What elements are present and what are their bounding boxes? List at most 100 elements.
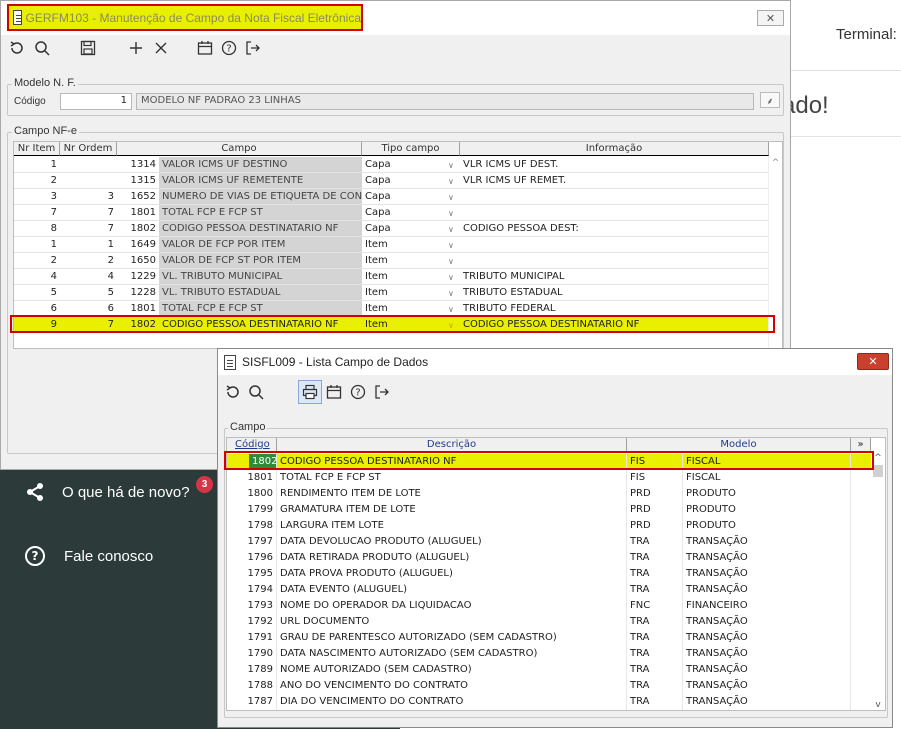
cell-sigla[interactable]: TRA: [627, 630, 683, 646]
cell-modelo[interactable]: TRANSAÇÃO: [683, 566, 851, 582]
cell-tipo[interactable]: Capa: [362, 205, 460, 221]
cell-ordem[interactable]: 3: [60, 189, 117, 205]
cell-info[interactable]: [460, 205, 769, 221]
cell-sigla[interactable]: TRA: [627, 678, 683, 694]
cell-item[interactable]: 2: [14, 253, 60, 269]
list-item[interactable]: 1797 DATA DEVOLUCAO PRODUTO (ALUGUEL) TRA T…: [227, 534, 871, 550]
cell-tipo[interactable]: Capa: [362, 173, 460, 189]
search-icon[interactable]: [27, 36, 57, 60]
cell-code[interactable]: 1314: [117, 157, 159, 173]
whats-new-link[interactable]: O que há de novo?: [24, 481, 190, 503]
cell-modelo[interactable]: TRANSAÇÃO: [683, 534, 851, 550]
chevron-down-icon[interactable]: ∨: [448, 161, 454, 170]
cell-descricao[interactable]: NOME DO OPERADOR DA LIQUIDACAO: [277, 598, 627, 614]
cell-modelo[interactable]: TRANSAÇÃO: [683, 678, 851, 694]
cell-tipo[interactable]: Capa: [362, 221, 460, 237]
cell-info[interactable]: [460, 189, 769, 205]
cell-sigla[interactable]: TRA: [627, 550, 683, 566]
cell-campo[interactable]: TOTAL FCP E FCP ST: [159, 205, 362, 221]
cell-codigo[interactable]: 1793: [227, 598, 277, 614]
cell-sigla[interactable]: PRD: [627, 486, 683, 502]
cell-code[interactable]: 1649: [117, 237, 159, 253]
cell-campo[interactable]: VL. TRIBUTO ESTADUAL: [159, 285, 362, 301]
cell-sigla[interactable]: TRA: [627, 582, 683, 598]
chevron-down-icon[interactable]: ∨: [448, 241, 454, 250]
list-item[interactable]: 1798 LARGURA ITEM LOTE PRD PRODUTO: [227, 518, 871, 534]
cell-codigo[interactable]: 1787: [227, 694, 277, 710]
table-row[interactable]: 8 7 1802 CODIGO PESSOA DESTINATARIO NF Capa ∨…: [14, 221, 769, 237]
cell-modelo[interactable]: TRANSAÇÃO: [683, 550, 851, 566]
table-row[interactable]: 4 4 1229 VL. TRIBUTO MUNICIPAL Item ∨ TRIBUTO …: [14, 269, 769, 285]
cell-codigo[interactable]: 1796: [227, 550, 277, 566]
close-button[interactable]: ✕: [857, 353, 889, 370]
cell-descricao[interactable]: NOME AUTORIZADO (SEM CADASTRO): [277, 662, 627, 678]
cell-descricao[interactable]: ANO DO VENCIMENTO DO CONTRATO: [277, 678, 627, 694]
table-row[interactable]: 1 1 1649 VALOR DE FCP POR ITEM Item ∨: [14, 237, 769, 253]
cell-codigo[interactable]: 1790: [227, 646, 277, 662]
table-row[interactable]: 7 7 1801 TOTAL FCP E FCP ST Capa ∨: [14, 205, 769, 221]
cell-descricao[interactable]: DIA DO VENCIMENTO DO CONTRATO: [277, 694, 627, 710]
cell-ordem[interactable]: [60, 173, 117, 189]
cell-modelo[interactable]: TRANSAÇÃO: [683, 662, 851, 678]
cell-modelo[interactable]: TRANSAÇÃO: [683, 582, 851, 598]
cell-tipo[interactable]: Item: [362, 285, 460, 301]
cell-modelo[interactable]: PRODUTO: [683, 486, 851, 502]
cell-info[interactable]: VLR ICMS UF DEST.: [460, 157, 769, 173]
col-nr-ordem[interactable]: Nr Ordem: [60, 142, 117, 156]
cell-info[interactable]: TRIBUTO ESTADUAL: [460, 285, 769, 301]
cell-sigla[interactable]: TRA: [627, 534, 683, 550]
contact-link[interactable]: ? Fale conosco: [24, 545, 153, 567]
list-scrollbar[interactable]: ^ v: [871, 453, 885, 710]
chevron-down-icon[interactable]: ∨: [448, 289, 454, 298]
cell-descricao[interactable]: LARGURA ITEM LOTE: [277, 518, 627, 534]
cell-code[interactable]: 1229: [117, 269, 159, 285]
cell-sigla[interactable]: PRD: [627, 518, 683, 534]
cell-campo[interactable]: VALOR ICMS UF REMETENTE: [159, 173, 362, 189]
help-icon[interactable]: ?: [346, 380, 370, 404]
cell-sigla[interactable]: TRA: [627, 662, 683, 678]
cell-modelo[interactable]: TRANSAÇÃO: [683, 646, 851, 662]
cell-codigo[interactable]: 1800: [227, 486, 277, 502]
cell-campo[interactable]: VALOR ICMS UF DESTINO: [159, 157, 362, 173]
col-campo[interactable]: Campo: [117, 142, 362, 156]
save-icon[interactable]: [67, 36, 109, 60]
chevron-down-icon[interactable]: ∨: [448, 193, 454, 202]
cell-modelo[interactable]: TRANSAÇÃO: [683, 614, 851, 630]
cell-item[interactable]: 8: [14, 221, 60, 237]
cell-campo[interactable]: VALOR DE FCP POR ITEM: [159, 237, 362, 253]
cell-item[interactable]: 7: [14, 205, 60, 221]
list-item[interactable]: 1789 NOME AUTORIZADO (SEM CADASTRO) TRA TRA…: [227, 662, 871, 678]
cell-campo[interactable]: VL. TRIBUTO MUNICIPAL: [159, 269, 362, 285]
cell-codigo[interactable]: 1795: [227, 566, 277, 582]
cell-descricao[interactable]: RENDIMENTO ITEM DE LOTE: [277, 486, 627, 502]
calendar-icon[interactable]: [193, 36, 217, 60]
cell-descricao[interactable]: DATA PROVA PRODUTO (ALUGUEL): [277, 566, 627, 582]
cell-info[interactable]: [460, 253, 769, 269]
cell-ordem[interactable]: 4: [60, 269, 117, 285]
cell-code[interactable]: 1650: [117, 253, 159, 269]
chevron-down-icon[interactable]: ∨: [448, 225, 454, 234]
cell-descricao[interactable]: GRAU DE PARENTESCO AUTORIZADO (SEM CADAS…: [277, 630, 627, 646]
table-row[interactable]: 5 5 1228 VL. TRIBUTO ESTADUAL Item ∨ TRIBUTO E…: [14, 285, 769, 301]
scroll-down-icon[interactable]: v: [871, 700, 885, 710]
lookup-button[interactable]: ⸙: [760, 92, 780, 108]
list-item[interactable]: 1795 DATA PROVA PRODUTO (ALUGUEL) TRA TRANS…: [227, 566, 871, 582]
cell-descricao[interactable]: DATA DEVOLUCAO PRODUTO (ALUGUEL): [277, 534, 627, 550]
cell-item[interactable]: 3: [14, 189, 60, 205]
cell-tipo[interactable]: Item: [362, 237, 460, 253]
add-icon[interactable]: [121, 36, 151, 60]
table-row[interactable]: 1 1314 VALOR ICMS UF DESTINO Capa ∨ VLR ICMS …: [14, 157, 769, 173]
cell-modelo[interactable]: TRANSAÇÃO: [683, 630, 851, 646]
cell-descricao[interactable]: DATA EVENTO (ALUGUEL): [277, 582, 627, 598]
calendar-icon[interactable]: [322, 380, 346, 404]
refresh-icon[interactable]: [222, 380, 244, 404]
list-item[interactable]: 1788 ANO DO VENCIMENTO DO CONTRATO TRA TRAN…: [227, 678, 871, 694]
cell-sigla[interactable]: TRA: [627, 614, 683, 630]
cell-codigo[interactable]: 1788: [227, 678, 277, 694]
cell-modelo[interactable]: PRODUTO: [683, 502, 851, 518]
cell-code[interactable]: 1228: [117, 285, 159, 301]
cell-descricao[interactable]: URL DOCUMENTO: [277, 614, 627, 630]
chevron-down-icon[interactable]: ∨: [448, 305, 454, 314]
cell-code[interactable]: 1801: [117, 205, 159, 221]
cell-modelo[interactable]: PRODUTO: [683, 518, 851, 534]
